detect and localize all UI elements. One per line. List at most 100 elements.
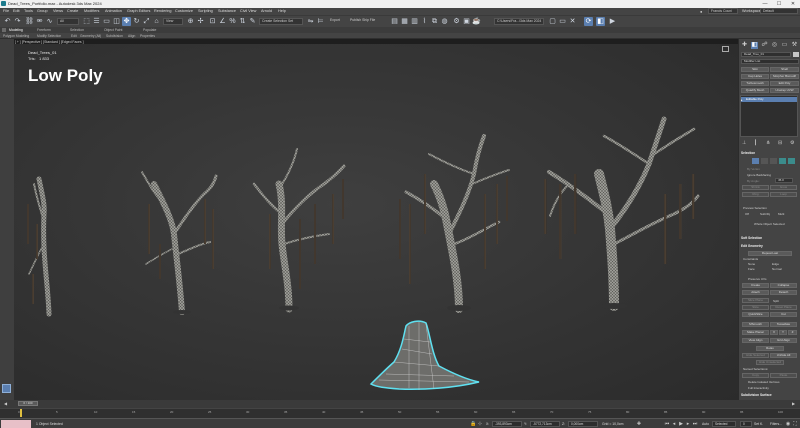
display-tab-icon[interactable]: ▭ — [781, 42, 788, 49]
region-select-icon[interactable]: ▭ — [102, 17, 111, 26]
hierarchy-tab-icon[interactable]: ☍ — [761, 42, 768, 49]
spinner-snap-icon[interactable]: ⇅ — [238, 17, 247, 26]
add-time-tag-icon[interactable]: ✚ — [636, 421, 642, 427]
close-button[interactable]: ✕ — [786, 0, 800, 8]
utilities-tab-icon[interactable]: ⚒ — [791, 42, 798, 49]
menu-graph-editors[interactable]: Graph Editors — [127, 9, 150, 13]
preview-subobj-radio[interactable]: SubObj — [760, 212, 770, 216]
layer-explorer-icon[interactable]: ▦ — [400, 17, 409, 26]
maximize-button[interactable]: ☐ — [772, 0, 786, 8]
quickslice-button[interactable]: QuickSlice — [742, 312, 769, 317]
publish-button[interactable]: Publish Ship File — [348, 18, 388, 25]
undo-icon[interactable]: ↶ — [3, 17, 12, 26]
export-button[interactable]: Export — [328, 18, 346, 25]
paste-button[interactable]: Paste — [770, 373, 797, 378]
snaps-toggle-icon[interactable]: ⊡ — [208, 17, 217, 26]
curve-editor-icon[interactable]: ⌇ — [420, 17, 429, 26]
perspective-viewport[interactable] — [14, 44, 738, 400]
grow-button[interactable]: Grow — [770, 185, 797, 190]
select-move-icon[interactable]: ✥ — [122, 17, 131, 26]
constraint-edge-radio[interactable]: Edge — [772, 262, 779, 266]
ribbon-subdivision[interactable]: Subdivision — [106, 34, 123, 38]
angle-snap-icon[interactable]: ∠ — [218, 17, 227, 26]
constraint-face-radio[interactable]: Face — [748, 267, 755, 271]
tessellate-button[interactable]: Tessellate — [770, 322, 797, 327]
previous-frame-icon[interactable]: ◂ — [671, 421, 677, 427]
shrink-button[interactable]: Shrink — [742, 185, 769, 190]
create-tab-icon[interactable]: ✚ — [741, 42, 748, 49]
close-project-icon[interactable]: ✕ — [568, 17, 577, 26]
user-icon[interactable]: ● — [700, 9, 702, 14]
show-end-result-icon[interactable]: ┃ — [754, 140, 757, 146]
pin-stack-icon[interactable]: ⊥ — [742, 140, 746, 146]
menu-scripting[interactable]: Scripting — [198, 9, 213, 13]
bind-space-warp-icon[interactable]: ∿ — [45, 17, 54, 26]
hide-unselected-button[interactable]: Hide Unselected — [756, 360, 784, 365]
menu-animation[interactable]: Animation — [105, 9, 122, 13]
by-vertex-checkbox[interactable]: By Vertex — [747, 167, 760, 171]
rollout-subdivision-surface[interactable]: Subdivision Surface — [741, 393, 799, 398]
open-folder-icon[interactable]: ▭ — [558, 17, 567, 26]
current-frame-field[interactable]: 0 — [740, 421, 752, 427]
rollout-edit-geometry[interactable]: Edit Geometry — [741, 244, 799, 249]
planar-z-button[interactable]: Z — [788, 330, 797, 335]
preserve-uvs-checkbox[interactable]: Preserve UVs — [748, 277, 767, 281]
detach-button[interactable]: Detach — [770, 290, 797, 295]
repeat-last-button[interactable]: Repeat Last — [748, 251, 792, 256]
ribbon-geometry[interactable]: Geometry (All) — [80, 34, 101, 38]
menu-help[interactable]: Help — [278, 9, 286, 13]
view-align-button[interactable]: View Align — [742, 338, 769, 343]
window-crossing-icon[interactable]: ◫ — [112, 17, 121, 26]
attach-button[interactable]: Attach — [742, 290, 769, 295]
orbit-icon[interactable]: ◉ — [785, 421, 791, 427]
toggle-scene-explorer-icon[interactable]: ▤ — [390, 17, 399, 26]
planar-y-button[interactable]: Y — [779, 330, 787, 335]
by-angle-checkbox[interactable]: By Angle: — [747, 179, 760, 183]
msmooth-button[interactable]: MSmooth — [742, 322, 769, 327]
ring-button[interactable]: Ring — [742, 192, 769, 197]
link-icon[interactable]: ⛓ — [25, 17, 34, 26]
hide-selected-button[interactable]: Hide Selected — [742, 353, 769, 358]
border-subobj-icon[interactable] — [770, 158, 777, 164]
modifier-list-dropdown[interactable]: Modifier List — [741, 59, 799, 64]
cut-button[interactable]: Cut — [770, 312, 797, 317]
ribbon-properties[interactable]: Properties — [140, 34, 155, 38]
next-frame-icon[interactable]: ▶ — [792, 401, 795, 406]
material-editor-icon[interactable]: ◍ — [440, 17, 449, 26]
select-object-icon[interactable]: ⬚ — [82, 17, 91, 26]
lock-selection-icon[interactable]: 🔒 — [470, 421, 476, 427]
tab-object-paint[interactable]: Object Paint — [104, 28, 122, 32]
tab-populate[interactable]: Populate — [143, 28, 156, 32]
stack-expand-icon[interactable]: ▸ — [741, 98, 743, 102]
collapse-button[interactable]: Collapse — [770, 283, 797, 288]
grid-align-button[interactable]: Grid Align — [770, 338, 797, 343]
viewport-layouts-icon[interactable]: ◧ — [596, 17, 605, 26]
select-by-name-icon[interactable]: ☰ — [92, 17, 101, 26]
x-coord-field[interactable]: -393,893cm — [492, 421, 522, 427]
key-filter-dropdown[interactable]: Selected — [712, 421, 736, 427]
edge-subobj-icon[interactable] — [761, 158, 768, 164]
user-account-dropdown[interactable]: Francis Couni — [708, 8, 738, 14]
ribbon-polygon-modeling[interactable]: Polygon Modeling — [3, 34, 29, 38]
menu-create[interactable]: Create — [67, 9, 78, 13]
tab-freeform[interactable]: Freeform — [37, 28, 51, 32]
named-selection-set-dropdown[interactable]: Create Selection Set — [259, 18, 303, 25]
maximize-toggle-icon[interactable]: ⛶ — [792, 421, 798, 427]
rendered-frame-window-icon[interactable]: ▣ — [462, 17, 471, 26]
maximize-viewport-icon[interactable] — [722, 46, 729, 52]
reset-plane-button[interactable]: Reset Plane — [770, 305, 797, 310]
time-slider-bar[interactable] — [0, 400, 800, 408]
set-key-button[interactable]: Set K. — [754, 422, 763, 426]
ribbon-edit[interactable]: Edit — [71, 34, 77, 38]
constraint-normal-radio[interactable]: Normal — [772, 267, 782, 271]
go-to-start-icon[interactable]: ⏮ — [664, 421, 670, 427]
mirror-icon[interactable]: ⇋ — [306, 17, 315, 26]
select-scale-icon[interactable]: ⤢ — [142, 17, 151, 26]
menu-edit[interactable]: Edit — [13, 9, 20, 13]
object-color-swatch[interactable] — [793, 52, 799, 57]
modifier-turbosmooth-button[interactable]: Turbosmooth — [741, 81, 769, 86]
go-to-end-icon[interactable]: ⏭ — [692, 421, 698, 427]
remove-modifier-icon[interactable]: ⊟ — [778, 140, 782, 146]
modifier-quadify-button[interactable]: Quadify Mesh — [741, 88, 769, 93]
relax-button[interactable]: Relax — [756, 346, 784, 351]
